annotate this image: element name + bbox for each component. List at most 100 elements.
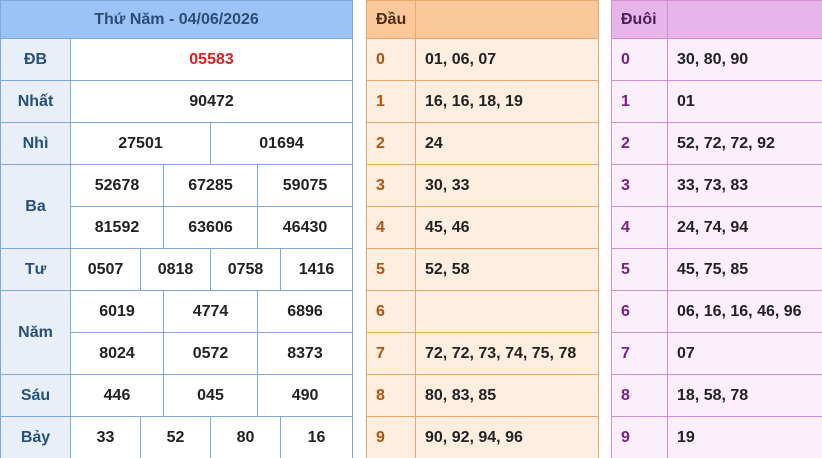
tail-values: 52, 72, 72, 92 [667, 122, 822, 165]
prize-number: 80 [210, 416, 281, 458]
prize-label-fifth: Năm [0, 290, 71, 375]
tail-row: 5 45, 75, 85 [611, 248, 822, 291]
head-digit: 3 [366, 164, 416, 207]
tail-digit: 2 [611, 122, 668, 165]
head-row: 7 72, 72, 73, 74, 75, 78 [366, 332, 599, 375]
tail-digit: 5 [611, 248, 668, 291]
prize-number: 63606 [163, 206, 258, 249]
tail-row: 2 52, 72, 72, 92 [611, 122, 822, 165]
tail-values: 24, 74, 94 [667, 206, 822, 249]
prize-label-third: Ba [0, 164, 71, 249]
tail-row: 0 30, 80, 90 [611, 38, 822, 81]
head-values-header [415, 0, 599, 39]
tail-values: 07 [667, 332, 822, 375]
prize-number: 6019 [70, 290, 164, 333]
tail-column-header: Đuôi [611, 0, 668, 39]
head-digit: 5 [366, 248, 416, 291]
prize-number: 0818 [140, 248, 211, 291]
tail-digit: 0 [611, 38, 668, 81]
prize-number: 045 [163, 374, 258, 417]
tail-row: 9 19 [611, 416, 822, 458]
head-column-header: Đầu [366, 0, 416, 39]
prize-number: 8373 [256, 332, 354, 375]
head-row: 2 24 [366, 122, 599, 165]
prize-number: 6896 [256, 290, 354, 333]
prize-row-seventh: Bảy 33 52 80 16 [0, 416, 354, 458]
prize-number: 27501 [70, 122, 211, 165]
head-digit: 9 [366, 416, 416, 458]
head-row: 3 30, 33 [366, 164, 599, 207]
results-table: Thứ Năm - 04/06/2026 ĐB 05583 Nhất 90472… [0, 0, 354, 458]
draw-date-title: Thứ Năm - 04/06/2026 [0, 0, 354, 39]
prize-row-fourth: Tư 0507 0818 0758 1416 [0, 248, 354, 291]
head-digit: 0 [366, 38, 416, 81]
tail-values: 01 [667, 80, 822, 123]
tail-row: 8 18, 58, 78 [611, 374, 822, 417]
prize-number: 81592 [70, 206, 164, 249]
prize-row-first: Nhất 90472 [0, 80, 354, 123]
prize-row-fifth: Năm 6019 4774 6896 [0, 290, 354, 375]
tail-values: 18, 58, 78 [667, 374, 822, 417]
prize-number: 1416 [279, 248, 354, 291]
prize-row-sixth: Sáu 446 045 490 [0, 374, 354, 417]
tail-row: 3 33, 73, 83 [611, 164, 822, 207]
prize-number: 446 [70, 374, 164, 417]
tail-digit-table: Đuôi 0 30, 80, 90 1 01 2 52, 72, 72, 92 3 33… [611, 0, 822, 458]
head-values: 24 [415, 122, 599, 165]
tail-row: 1 01 [611, 80, 822, 123]
prize-number: 8024 [70, 332, 164, 375]
head-row: 8 80, 83, 85 [366, 374, 599, 417]
prize-row-special: ĐB 05583 [0, 38, 354, 81]
head-row: 9 90, 92, 94, 96 [366, 416, 599, 458]
head-row: 6 [366, 290, 599, 333]
tail-values-header [667, 0, 822, 39]
prize-number: 0572 [163, 332, 258, 375]
head-digit-table: Đầu 0 01, 06, 07 1 16, 16, 18, 19 2 24 3 30,… [366, 0, 599, 458]
tail-row: 4 24, 74, 94 [611, 206, 822, 249]
head-digit: 7 [366, 332, 416, 375]
prize-label-fourth: Tư [0, 248, 71, 291]
prize-row-third: Ba 52678 67285 59075 [0, 164, 354, 249]
prize-row-second: Nhì 27501 01694 [0, 122, 354, 165]
prize-label-seventh: Bảy [0, 416, 71, 458]
tail-digit: 1 [611, 80, 668, 123]
tail-values: 06, 16, 16, 46, 96 [667, 290, 822, 333]
head-values: 52, 58 [415, 248, 599, 291]
prize-label-special: ĐB [0, 38, 71, 81]
prize-label-second: Nhì [0, 122, 71, 165]
head-digit: 6 [366, 290, 416, 333]
head-row: 0 01, 06, 07 [366, 38, 599, 81]
prize-number: 16 [279, 416, 354, 458]
prize-number: 52678 [70, 164, 164, 207]
head-values [415, 290, 599, 333]
head-digit: 1 [366, 80, 416, 123]
head-digit: 2 [366, 122, 416, 165]
head-digit: 4 [366, 206, 416, 249]
tail-values: 19 [667, 416, 822, 458]
tail-row: 6 06, 16, 16, 46, 96 [611, 290, 822, 333]
prize-label-sixth: Sáu [0, 374, 71, 417]
head-digit: 8 [366, 374, 416, 417]
head-values: 30, 33 [415, 164, 599, 207]
tail-digit: 3 [611, 164, 668, 207]
prize-number: 52 [140, 416, 211, 458]
prize-number: 67285 [163, 164, 258, 207]
head-values: 01, 06, 07 [415, 38, 599, 81]
head-row: 4 45, 46 [366, 206, 599, 249]
tail-digit: 4 [611, 206, 668, 249]
head-values: 90, 92, 94, 96 [415, 416, 599, 458]
tail-values: 45, 75, 85 [667, 248, 822, 291]
prize-label-first: Nhất [0, 80, 71, 123]
prize-number: 01694 [209, 122, 354, 165]
tail-digit: 6 [611, 290, 668, 333]
prize-number: 59075 [256, 164, 354, 207]
special-prize-number: 05583 [69, 38, 354, 81]
head-values: 80, 83, 85 [415, 374, 599, 417]
head-row: 5 52, 58 [366, 248, 599, 291]
tail-row: 7 07 [611, 332, 822, 375]
prize-number: 490 [256, 374, 354, 417]
prize-number: 33 [70, 416, 141, 458]
prize-number: 4774 [163, 290, 258, 333]
head-values: 72, 72, 73, 74, 75, 78 [415, 332, 599, 375]
head-row: 1 16, 16, 18, 19 [366, 80, 599, 123]
